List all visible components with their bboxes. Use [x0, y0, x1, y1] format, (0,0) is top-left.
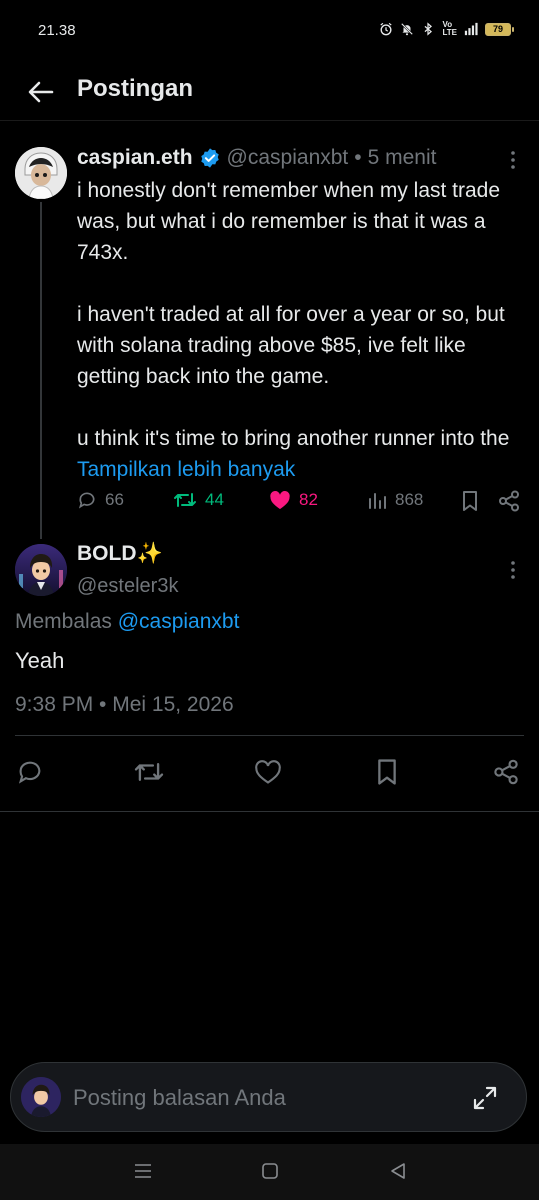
signal-icon	[464, 22, 478, 36]
top-app-bar: Postingan	[0, 62, 539, 121]
more-vertical-icon	[511, 561, 515, 579]
triangle-back-icon	[391, 1163, 405, 1179]
divider	[0, 811, 539, 812]
square-home-icon	[262, 1163, 278, 1179]
repost-count: 44	[205, 490, 224, 509]
back-button[interactable]	[26, 78, 56, 106]
thread-connector-line	[40, 202, 42, 539]
views-chart-icon	[369, 493, 386, 509]
repost-icon	[174, 493, 196, 507]
repost-icon	[134, 763, 164, 781]
divider	[15, 735, 524, 736]
expand-diagonal-icon	[473, 1086, 497, 1110]
verified-badge-icon	[200, 148, 219, 168]
bookmark-icon	[378, 759, 396, 785]
reply-icon	[78, 492, 95, 509]
reply-count: 66	[105, 490, 124, 509]
reply-author-handle[interactable]: @esteler3k	[77, 575, 178, 598]
reply-action-bar	[0, 750, 539, 794]
volte-icon: Vo LTE	[442, 20, 457, 37]
post-paragraph-text: u think it's time to bring another runne…	[77, 427, 510, 450]
show-more-link[interactable]: Tampilkan lebih banyak	[77, 458, 295, 481]
reply-icon	[18, 761, 41, 784]
like-button[interactable]	[252, 756, 284, 788]
compose-placeholder[interactable]: Posting balasan Anda	[73, 1085, 286, 1111]
avatar-image	[21, 1077, 61, 1117]
repost-button[interactable]	[133, 756, 165, 788]
replying-to-handle-link[interactable]: @caspianxbt	[118, 610, 240, 633]
mute-bell-icon	[401, 23, 414, 36]
post-paragraph-last: u think it's time to bring another runne…	[77, 423, 522, 485]
avatar-image	[15, 544, 67, 596]
system-back-button[interactable]	[387, 1160, 409, 1182]
home-button[interactable]	[259, 1160, 281, 1182]
bookmark-button[interactable]	[371, 756, 403, 788]
avatar-caspian[interactable]	[15, 147, 67, 199]
views-count: 868	[395, 490, 424, 509]
reply-author-name[interactable]: BOLD✨	[77, 542, 163, 566]
more-options-button[interactable]	[505, 150, 521, 170]
recent-apps-button[interactable]	[132, 1160, 154, 1182]
alarm-icon	[380, 22, 393, 36]
status-bar: 21.38 Vo LTE 79	[0, 0, 539, 62]
bookmark-button[interactable]	[461, 490, 479, 512]
post-paragraph: i haven't traded at all for over a year …	[77, 303, 505, 388]
separator-dot: •	[354, 146, 362, 169]
reply-compose-bar[interactable]: Posting balasan Anda	[10, 1062, 527, 1132]
more-vertical-icon	[511, 151, 515, 169]
share-icon	[494, 759, 518, 785]
status-icons: Vo LTE 79	[379, 20, 514, 37]
share-button[interactable]	[490, 756, 522, 788]
system-navigation-bar	[0, 1144, 539, 1200]
reply-more-options-button[interactable]	[505, 560, 521, 580]
page-title: Postingan	[77, 75, 194, 102]
status-time: 21.38	[38, 22, 76, 39]
menu-lines-icon	[135, 1164, 151, 1178]
post-header: caspian.eth @caspianxbt • 5 menit	[77, 146, 437, 170]
author-handle[interactable]: @caspianxbt	[227, 146, 349, 170]
bookmark-icon	[463, 491, 477, 511]
reply-text: Yeah	[15, 648, 65, 673]
bluetooth-icon	[425, 22, 433, 36]
reply-button[interactable]: 66	[77, 490, 124, 510]
repost-button[interactable]: 44	[173, 490, 224, 510]
post-body: i honestly don't remember when my last t…	[77, 175, 522, 485]
heart-icon	[255, 760, 281, 784]
views-button[interactable]: 868	[367, 490, 423, 510]
author-name[interactable]: caspian.eth	[77, 146, 193, 170]
post-time: 5 menit	[367, 146, 437, 169]
avatar-image	[15, 147, 67, 199]
share-icon	[499, 490, 519, 512]
post-paragraph: i honestly don't remember when my last t…	[77, 179, 501, 264]
replying-to-line: Membalas @caspianxbt	[15, 610, 239, 634]
arrow-left-icon	[28, 81, 54, 103]
reply-button[interactable]	[14, 756, 46, 788]
post-action-bar: 66 44 82 868	[77, 490, 527, 520]
replying-label: Membalas	[15, 610, 118, 633]
like-count: 82	[299, 490, 318, 509]
expand-composer-button[interactable]	[471, 1084, 499, 1112]
reply-datetime[interactable]: 9:38 PM • Mei 15, 2026	[15, 693, 234, 717]
like-button[interactable]: 82	[269, 490, 318, 510]
battery-icon: 79	[485, 22, 514, 36]
heart-filled-icon	[270, 490, 290, 510]
share-button[interactable]	[498, 490, 520, 512]
avatar-bold[interactable]	[15, 544, 67, 596]
compose-avatar	[21, 1077, 61, 1117]
